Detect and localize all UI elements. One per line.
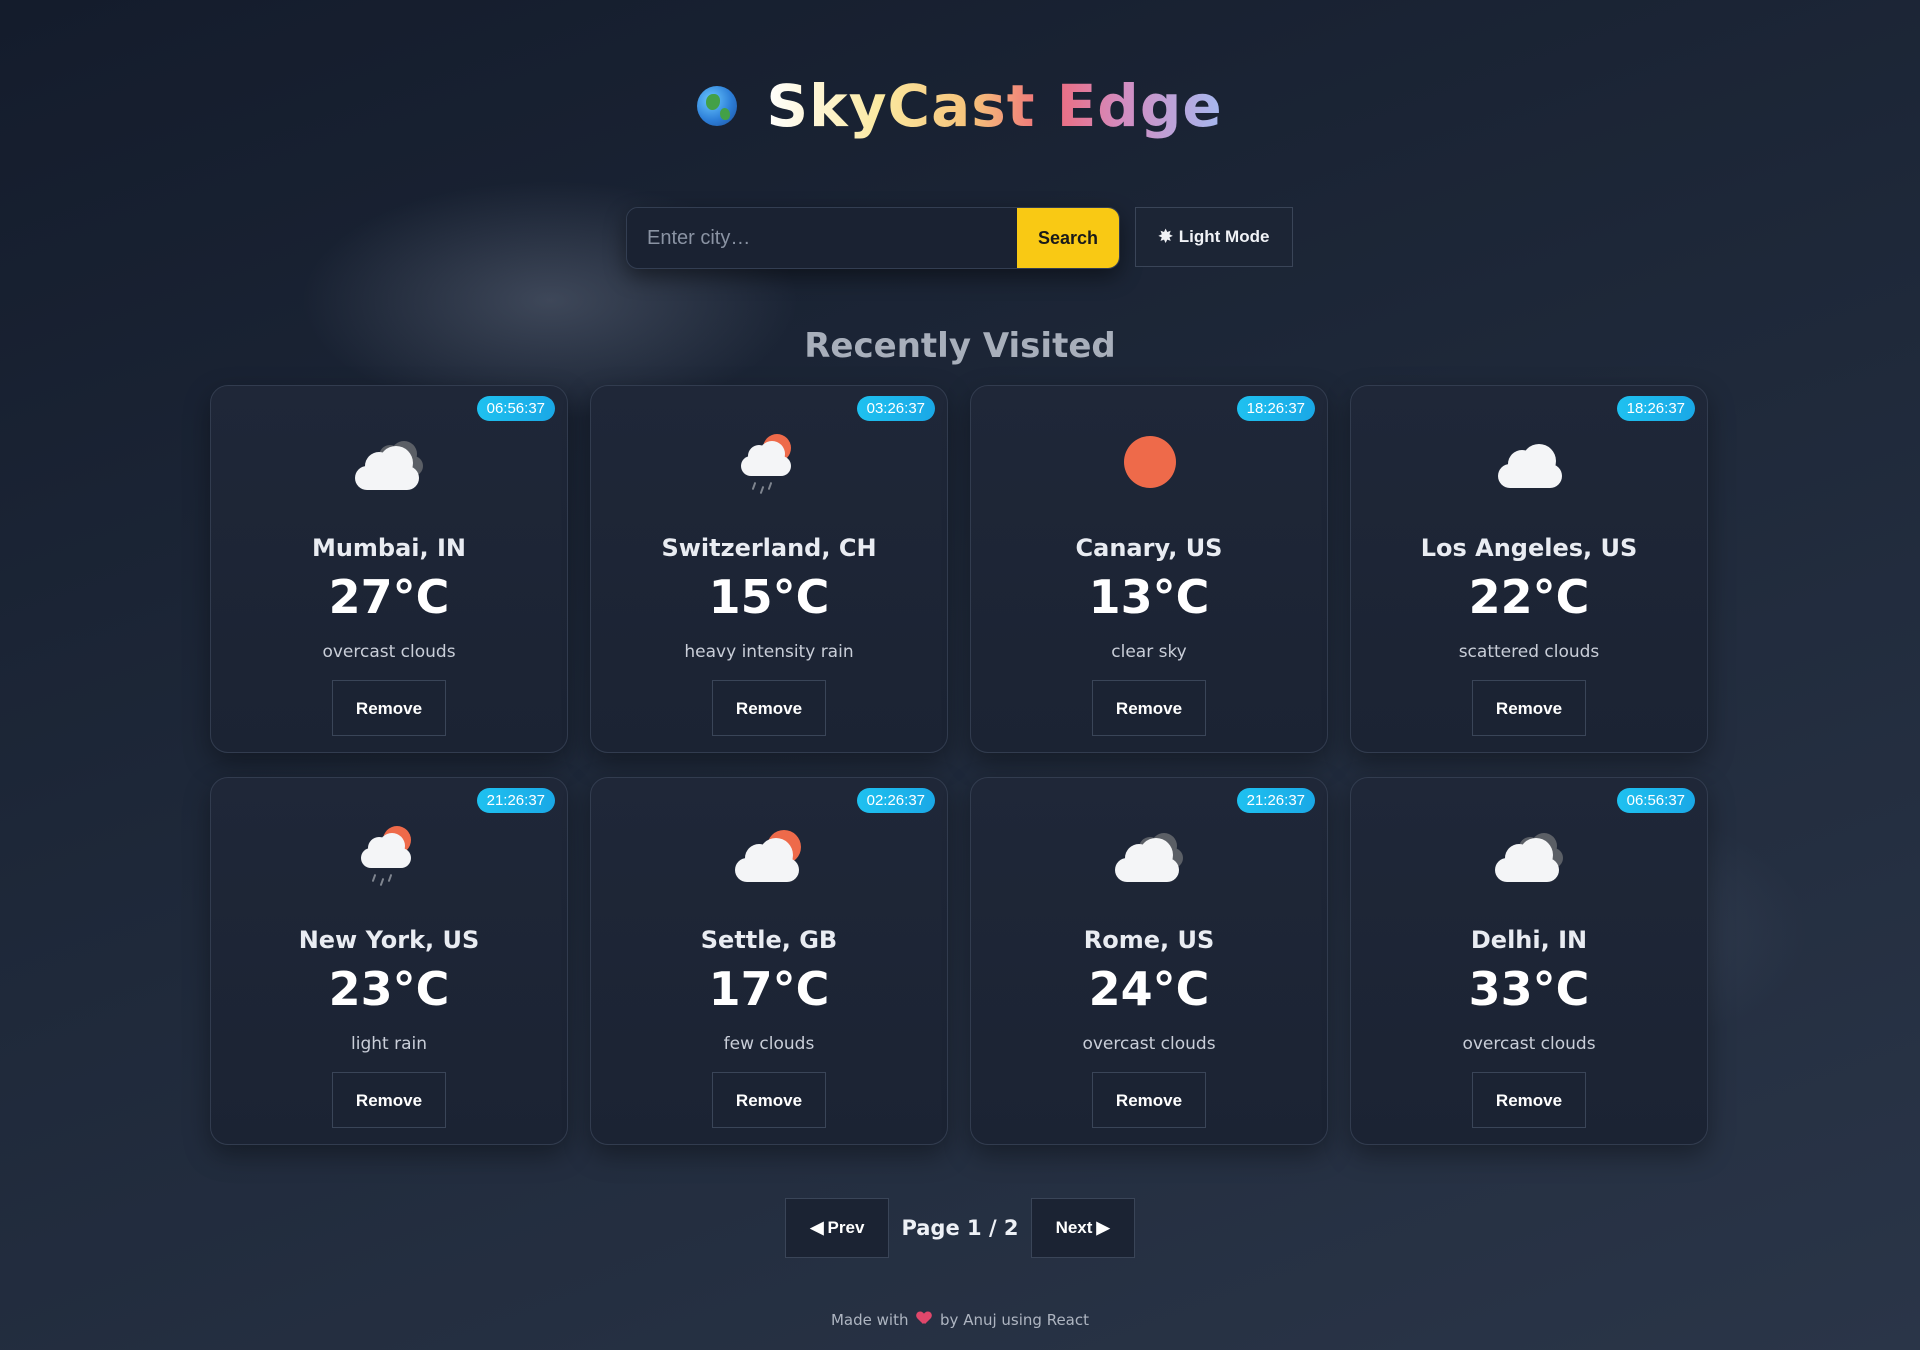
city-card: 02:26:37 Settle, GB 17°C few clouds Remo… (590, 777, 948, 1145)
city-name: Switzerland, CH (661, 534, 877, 562)
weather-description: overcast clouds (322, 642, 456, 662)
prev-label: Prev (827, 1218, 865, 1237)
city-card: 18:26:37 Los Angeles, US 22°C scattered … (1350, 385, 1708, 753)
triangle-left-icon: ◀ (810, 1218, 824, 1237)
weather-description: overcast clouds (1082, 1034, 1216, 1054)
overcast-clouds-icon (211, 428, 567, 498)
search-input[interactable] (627, 208, 1017, 268)
rain-sun-icon (211, 820, 567, 890)
weather-description: few clouds (723, 1034, 815, 1054)
city-card: 18:26:37 Canary, US 13°C clear sky Remov… (970, 385, 1328, 753)
cloud-icon (1351, 428, 1707, 498)
temperature: 17°C (708, 962, 830, 1016)
weather-description: heavy intensity rain (684, 642, 854, 662)
city-card: 06:56:37 Mumbai, IN 27°C overcast clouds… (210, 385, 568, 753)
city-card-grid: 06:56:37 Mumbai, IN 27°C overcast clouds… (210, 385, 1712, 1145)
triangle-right-icon: ▶ (1096, 1218, 1110, 1237)
city-card: 21:26:37 Rome, US 24°C overcast clouds R… (970, 777, 1328, 1145)
footer-prefix: Made with (830, 1311, 909, 1329)
city-name: Rome, US (1083, 926, 1215, 954)
temperature: 13°C (1088, 570, 1210, 624)
city-name: Settle, GB (700, 926, 838, 954)
local-time-badge: 18:26:37 (1236, 396, 1315, 421)
footer-suffix: by Anuj using React (940, 1311, 1089, 1329)
local-time-badge: 02:26:37 (856, 788, 935, 813)
remove-button[interactable]: Remove (1472, 1072, 1586, 1128)
remove-button[interactable]: Remove (712, 680, 826, 736)
rain-sun-icon (591, 428, 947, 498)
section-title: Recently Visited (804, 326, 1116, 366)
weather-description: clear sky (1111, 642, 1187, 662)
temperature: 33°C (1468, 962, 1590, 1016)
remove-button[interactable]: Remove (332, 680, 446, 736)
few-clouds-icon (591, 820, 947, 890)
heart-icon (917, 1312, 931, 1326)
next-button[interactable]: Next ▶ (1030, 1198, 1135, 1258)
sun-icon: ✸ (1158, 227, 1173, 246)
pagination: ◀ Prev Page 1 / 2 Next ▶ (0, 1198, 1920, 1258)
temperature: 22°C (1468, 570, 1590, 624)
city-card: 21:26:37 New York, US 23°C light rain Re… (210, 777, 568, 1145)
city-card: 06:56:37 Delhi, IN 33°C overcast clouds … (1350, 777, 1708, 1145)
footer: Made with by Anuj using React (0, 1311, 1920, 1329)
city-name: Delhi, IN (1470, 926, 1588, 954)
overcast-clouds-icon (971, 820, 1327, 890)
search-button[interactable]: Search (1017, 208, 1119, 268)
remove-button[interactable]: Remove (1092, 680, 1206, 736)
prev-button[interactable]: ◀ Prev (785, 1198, 890, 1258)
temperature: 23°C (328, 962, 450, 1016)
remove-button[interactable]: Remove (332, 1072, 446, 1128)
local-time-badge: 21:26:37 (1236, 788, 1315, 813)
city-name: Canary, US (1075, 534, 1223, 562)
app-header: SkyCast Edge (0, 72, 1920, 140)
light-mode-label: Light Mode (1178, 227, 1270, 246)
weather-description: light rain (351, 1034, 427, 1054)
remove-button[interactable]: Remove (712, 1072, 826, 1128)
remove-button[interactable]: Remove (1472, 680, 1586, 736)
city-name: New York, US (298, 926, 480, 954)
temperature: 24°C (1088, 962, 1210, 1016)
light-mode-toggle[interactable]: ✸ Light Mode (1135, 207, 1293, 267)
page-indicator: Page 1 / 2 (901, 1216, 1019, 1240)
search-bar: Search (626, 207, 1120, 269)
local-time-badge: 03:26:37 (856, 396, 935, 421)
city-name: Los Angeles, US (1420, 534, 1638, 562)
weather-description: scattered clouds (1458, 642, 1600, 662)
local-time-badge: 06:56:37 (476, 396, 555, 421)
local-time-badge: 21:26:37 (476, 788, 555, 813)
local-time-badge: 18:26:37 (1616, 396, 1695, 421)
sun-icon (971, 428, 1327, 498)
remove-button[interactable]: Remove (1092, 1072, 1206, 1128)
app-title: SkyCast Edge (766, 72, 1223, 140)
city-card: 03:26:37 Switzerland, CH 15°C heavy inte… (590, 385, 948, 753)
temperature: 27°C (328, 570, 450, 624)
local-time-badge: 06:56:37 (1616, 788, 1695, 813)
next-label: Next (1055, 1218, 1093, 1237)
globe-icon (697, 86, 738, 126)
city-name: Mumbai, IN (311, 534, 467, 562)
overcast-clouds-icon (1351, 820, 1707, 890)
weather-description: overcast clouds (1462, 1034, 1596, 1054)
temperature: 15°C (708, 570, 830, 624)
